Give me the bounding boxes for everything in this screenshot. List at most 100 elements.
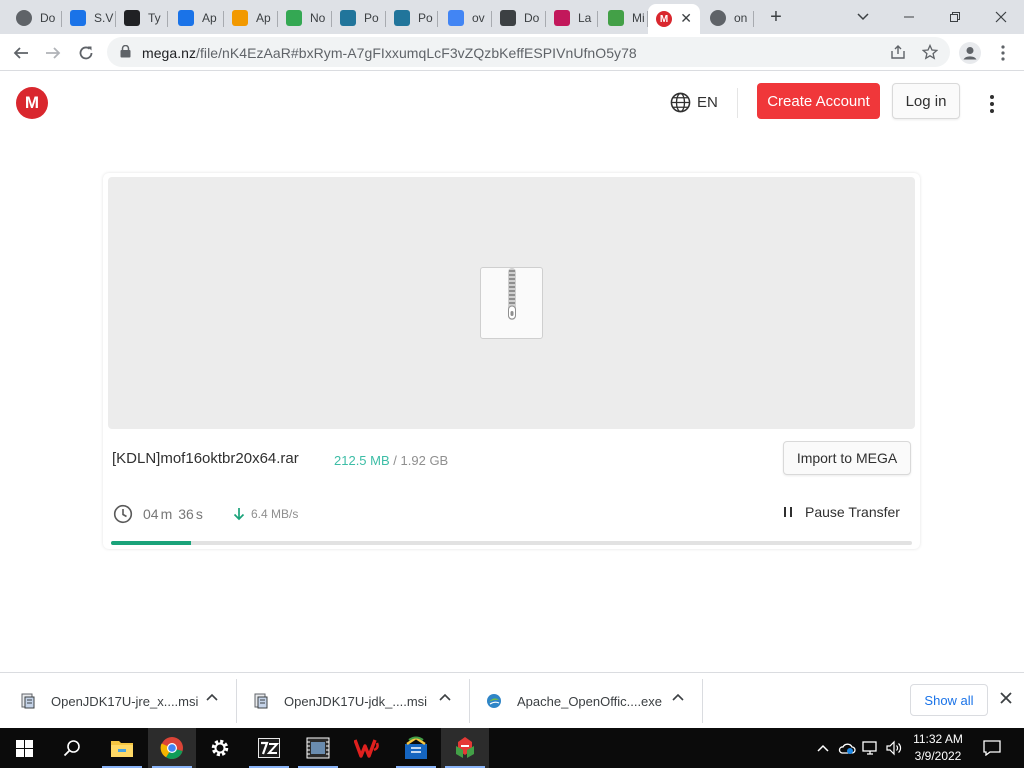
minimize-window-button[interactable]: [896, 4, 922, 30]
file-name: [KDLN]mof16oktbr20x64.rar: [112, 450, 299, 467]
tab-title: Ap: [256, 11, 271, 25]
system-clock[interactable]: 11:32 AM 3/9/2022: [905, 731, 971, 765]
size-separator: /: [393, 453, 397, 468]
tab-title: Ty: [148, 11, 161, 25]
profile-button[interactable]: [957, 40, 983, 66]
browser-tab[interactable]: Po: [332, 4, 386, 32]
file-preview-area: [108, 177, 915, 429]
tab-title: La: [578, 11, 592, 25]
windows-taskbar: 11:32 AM 3/9/2022: [0, 728, 1024, 768]
notifications-icon[interactable]: [983, 740, 1001, 756]
browser-menu-button[interactable]: [990, 40, 1016, 66]
create-account-button[interactable]: Create Account: [757, 83, 880, 119]
tab-title: Ap: [202, 11, 217, 25]
chevron-up-icon[interactable]: [439, 693, 451, 701]
browser-tab[interactable]: La: [546, 4, 598, 32]
tab-title: S.V: [94, 11, 114, 25]
wordpress-icon: [340, 10, 356, 26]
language-selector[interactable]: EN: [670, 92, 718, 113]
pause-transfer-button[interactable]: Pause Transfer: [783, 504, 900, 520]
close-window-button[interactable]: [988, 4, 1014, 30]
onedrive-cloud-icon[interactable]: [838, 740, 856, 756]
network-icon[interactable]: [862, 740, 880, 756]
download-item[interactable]: OpenJDK17U-jdk_....msi: [253, 673, 463, 729]
time-minutes: 04: [143, 506, 159, 522]
download-filename: OpenJDK17U-jdk_....msi: [284, 693, 428, 709]
7zip-icon: [258, 738, 280, 758]
browser-tab[interactable]: Do: [492, 4, 546, 32]
taskbar-media-app[interactable]: [294, 728, 342, 768]
download-shelf: OpenJDK17U-jre_x....msi OpenJDK17U-jdk_.…: [0, 672, 1024, 728]
chevron-up-icon[interactable]: [206, 693, 218, 701]
login-button[interactable]: Log in: [892, 83, 960, 119]
browser-tab[interactable]: Po: [386, 4, 438, 32]
browser-tab[interactable]: Ty: [116, 4, 168, 32]
diamond-icon: [232, 10, 248, 26]
time-seconds-unit: s: [195, 506, 203, 522]
browser-tab[interactable]: Ap: [224, 4, 278, 32]
taskbar-settings[interactable]: [196, 728, 244, 768]
new-tab-button[interactable]: +: [762, 4, 790, 30]
share-icon[interactable]: [890, 44, 906, 60]
taskbar-wps-office[interactable]: [343, 728, 391, 768]
reload-button[interactable]: [73, 40, 99, 66]
import-to-mega-button[interactable]: Import to MEGA: [783, 441, 911, 475]
show-all-downloads-button[interactable]: Show all: [910, 684, 988, 716]
bookmark-star-icon[interactable]: [922, 44, 938, 60]
tab-divider: [753, 11, 754, 27]
pause-icon: [784, 507, 792, 517]
taskbar-file-explorer[interactable]: [98, 728, 146, 768]
download-filename: OpenJDK17U-jre_x....msi: [51, 693, 199, 709]
typora-icon: [124, 10, 140, 26]
browser-tab[interactable]: Do: [8, 4, 62, 32]
download-progress-fill: [111, 541, 192, 545]
kebab-menu-icon: [1001, 45, 1005, 61]
page-menu-button[interactable]: [984, 92, 1000, 116]
address-bar[interactable]: mega.nz/file/nK4EzAaR#bxRym-A7gFIxxumqLc…: [107, 37, 950, 67]
tab-divider: [437, 11, 438, 27]
browser-tab[interactable]: Mi: [600, 4, 648, 32]
browser-tab[interactable]: M ✕: [648, 4, 700, 34]
tab-title: No: [310, 11, 326, 25]
taskbar-search-button[interactable]: [48, 728, 96, 768]
start-button[interactable]: [0, 728, 48, 768]
taskbar-installer-app[interactable]: [392, 728, 440, 768]
tab-search-button[interactable]: [850, 4, 876, 30]
taskbar-chrome[interactable]: [148, 728, 196, 768]
tab-title: Po: [364, 11, 379, 25]
header-divider: [737, 88, 738, 118]
tab-title: Po: [418, 11, 433, 25]
forward-button[interactable]: [40, 40, 66, 66]
wps-office-icon: [354, 739, 379, 758]
taskbar-7zip[interactable]: [245, 728, 293, 768]
file-download-card: [KDLN]mof16oktbr20x64.rar 212.5 MB / 1.9…: [103, 173, 920, 549]
download-filename: Apache_OpenOffic....exe: [517, 693, 663, 709]
tab-close-icon[interactable]: ✕: [680, 10, 692, 27]
volume-icon[interactable]: [885, 740, 903, 756]
tab-title: on: [734, 11, 748, 25]
download-item[interactable]: Apache_OpenOffic....exe: [486, 673, 696, 729]
folder-icon: [111, 741, 133, 757]
restore-icon: [950, 12, 960, 22]
download-speed: 6.4 MB/s: [233, 507, 298, 521]
browser-tab[interactable]: No: [278, 4, 332, 32]
clock-time: 11:32 AM: [913, 732, 963, 746]
show-hidden-icons-chevron-icon[interactable]: [817, 743, 829, 753]
download-progress-bar: [111, 541, 912, 545]
restore-window-button[interactable]: [942, 4, 968, 30]
wordpress-icon: [394, 10, 410, 26]
globe-icon: [16, 10, 32, 26]
browser-tab[interactable]: S.V: [62, 4, 116, 32]
back-button[interactable]: [8, 40, 34, 66]
browser-tab[interactable]: ov: [440, 4, 492, 32]
close-shelf-icon[interactable]: [998, 690, 1014, 706]
download-item[interactable]: OpenJDK17U-jre_x....msi: [20, 673, 230, 729]
browser-tab[interactable]: on: [702, 4, 754, 32]
plus-icon: +: [770, 5, 782, 28]
taskbar-gaming-app[interactable]: [441, 728, 489, 768]
arrow-right-icon: [46, 47, 61, 59]
mega-logo[interactable]: M: [16, 87, 48, 119]
tab-title: Mi: [632, 11, 645, 25]
chevron-up-icon[interactable]: [672, 693, 684, 701]
browser-tab[interactable]: Ap: [170, 4, 224, 32]
